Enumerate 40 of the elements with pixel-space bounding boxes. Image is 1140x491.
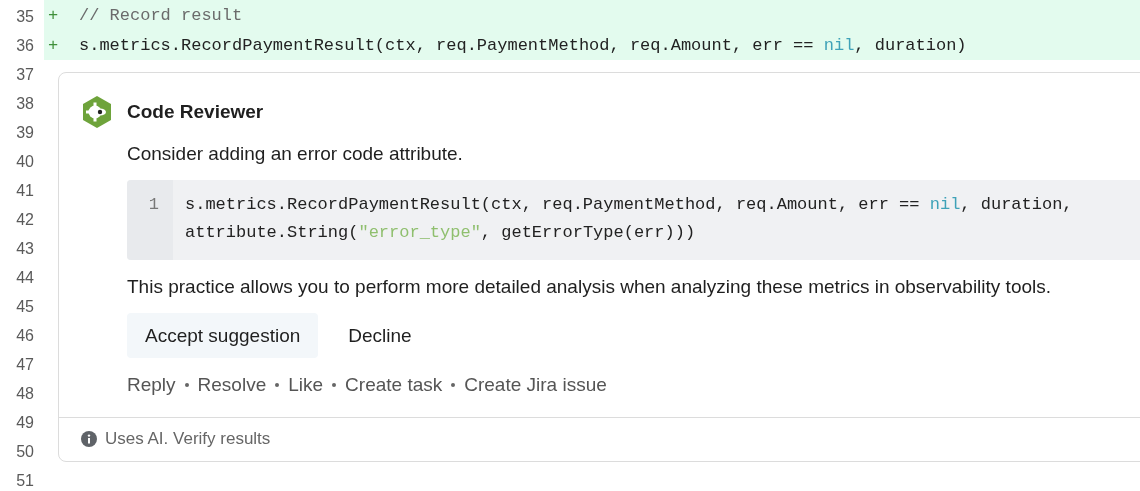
line-number: 39 xyxy=(15,123,35,143)
line-number: 46 xyxy=(15,326,35,346)
added-marker: + xyxy=(47,35,60,55)
line-number: 42 xyxy=(15,210,35,230)
separator-dot xyxy=(184,383,189,387)
line-number: 41 xyxy=(15,181,35,201)
info-icon xyxy=(81,431,97,447)
action-link[interactable]: Like xyxy=(288,373,324,397)
line-number: 48 xyxy=(15,384,35,404)
action-link[interactable]: Create task xyxy=(345,373,443,397)
line-number: 38 xyxy=(15,94,35,114)
comment-text: Consider adding an error code attribute. xyxy=(127,142,464,166)
line-number: 51 xyxy=(15,471,35,491)
explanation-text: This practice allows you to perform more detailed analysis when analyzing these metrics in observability tools. xyxy=(127,275,1053,299)
decline-button[interactable]: Decline xyxy=(330,313,430,358)
action-link[interactable]: Create Jira issue xyxy=(464,373,607,397)
separator-dot xyxy=(332,383,337,387)
code-line: // Record result xyxy=(79,5,243,25)
line-number: 49 xyxy=(15,413,35,433)
accept-button[interactable]: Accept suggestion xyxy=(127,313,319,358)
line-number: 35 xyxy=(15,7,35,27)
separator-dot xyxy=(275,383,280,387)
code-line: s.metrics.RecordPaymentResult(ctx, req.PaymentMethod, req.Amount, err == nil, duration) xyxy=(79,35,967,55)
line-number: 45 xyxy=(15,297,35,317)
added-marker: + xyxy=(47,5,60,25)
code-line: s.metrics.RecordPaymentResult(ctx, req.PaymentMethod, req.Amount, err == nil, duration, attribute.String("error_type", getErrorType(err))) xyxy=(184,194,1074,244)
reviewer-name: Code Reviewer xyxy=(127,101,264,123)
line-number: 44 xyxy=(15,268,35,288)
separator-dot xyxy=(451,383,456,387)
hexagon-gear-icon xyxy=(81,95,113,129)
action-link[interactable]: Reply xyxy=(127,373,176,397)
line-number: 36 xyxy=(15,36,35,56)
line-number: 47 xyxy=(15,355,35,375)
disclaimer-text: Uses AI. Verify results xyxy=(105,428,271,450)
line-number: 43 xyxy=(15,239,35,259)
line-number: 50 xyxy=(15,442,35,462)
line-number: 40 xyxy=(15,152,35,172)
line-number: 1 xyxy=(127,180,173,260)
line-number: 37 xyxy=(15,65,35,85)
action-link[interactable]: Resolve xyxy=(197,373,267,397)
